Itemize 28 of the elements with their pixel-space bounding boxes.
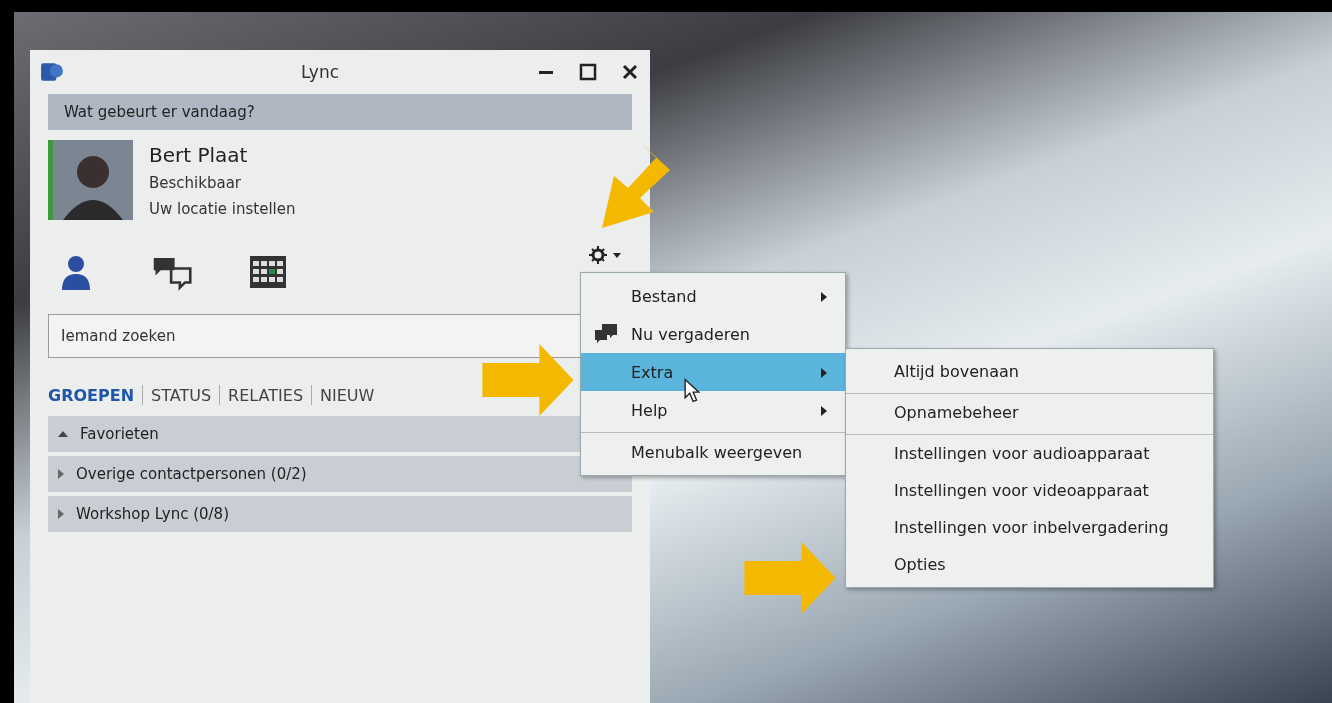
tab[interactable]: STATUS: [143, 385, 220, 405]
app-logo-icon: [40, 60, 64, 84]
maximize-icon[interactable]: [578, 62, 598, 82]
submenu-arrow-icon: [821, 405, 827, 416]
tab[interactable]: RELATIES: [220, 385, 312, 405]
menu-item[interactable]: Instellingen voor inbelvergadering: [846, 509, 1213, 546]
menu-item[interactable]: Instellingen voor audioapparaat: [846, 434, 1213, 472]
meeting-icon: [594, 323, 618, 345]
tab[interactable]: GROEPEN: [48, 385, 143, 405]
window-title: Lync: [299, 62, 341, 82]
tab[interactable]: NIEUW: [312, 385, 383, 405]
menu-item[interactable]: Opnamebeheer: [846, 393, 1213, 431]
settings-icon[interactable]: [588, 245, 624, 265]
menu-item[interactable]: Instellingen voor videoapparaat: [846, 472, 1213, 509]
submenu-arrow-icon: [821, 291, 827, 302]
user-name: Bert Plaat: [149, 142, 248, 169]
menu-item[interactable]: Altijd bovenaan: [846, 353, 1213, 390]
presence-dropdown[interactable]: Beschikbaar: [149, 170, 241, 196]
group-header[interactable]: Overige contactpersonen (0/2): [48, 456, 632, 492]
mouse-pointer-icon: [684, 378, 700, 404]
status-note-field[interactable]: Wat gebeurt er vandaag?: [48, 94, 632, 130]
menu-item[interactable]: Bestand: [581, 277, 845, 315]
location-dropdown[interactable]: Uw locatie instellen: [149, 196, 296, 222]
close-icon[interactable]: [620, 62, 640, 82]
submenu-arrow-icon: [821, 367, 827, 378]
menu-item[interactable]: Extra: [581, 353, 845, 391]
menu-item[interactable]: Opties: [846, 546, 1213, 583]
group-header[interactable]: Workshop Lync (0/8): [48, 496, 632, 532]
